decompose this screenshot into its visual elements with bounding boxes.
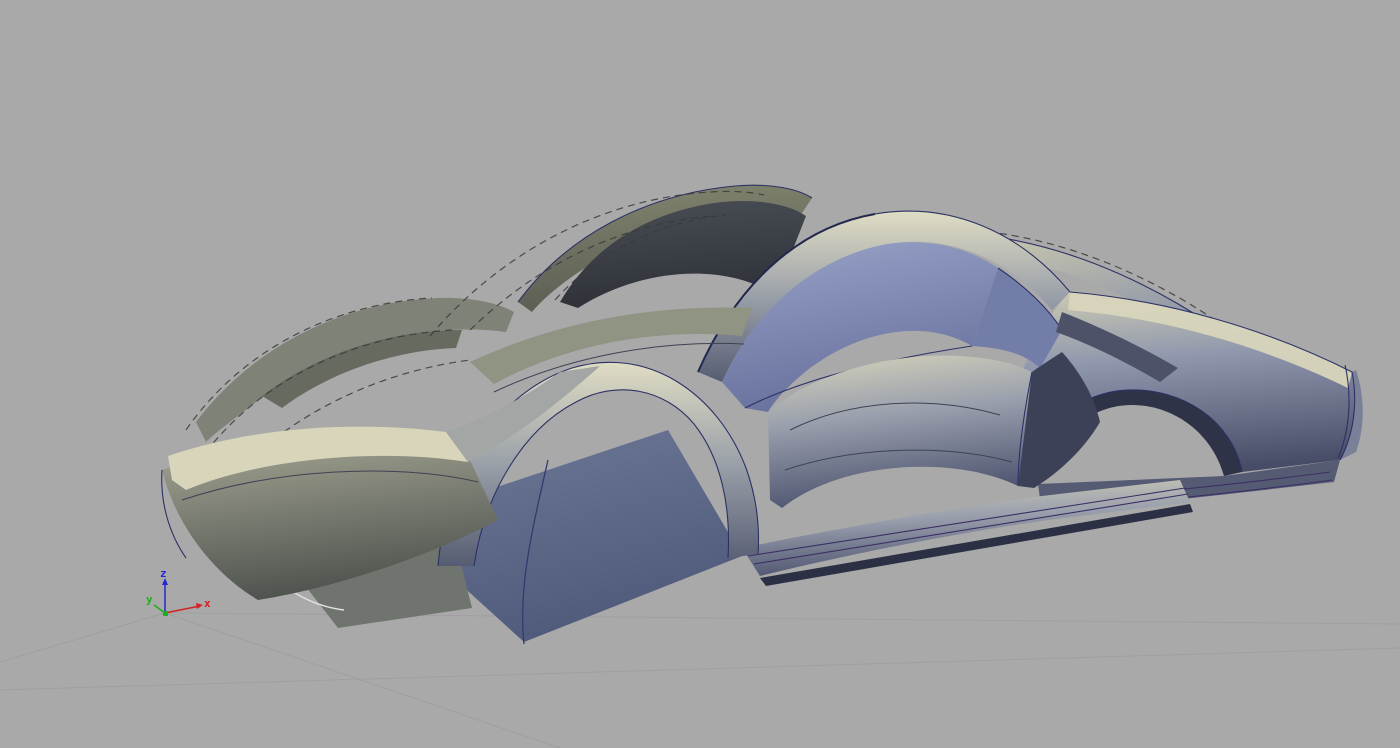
y-axis-label: y xyxy=(146,593,153,606)
x-axis-label: x xyxy=(204,597,211,610)
viewport-canvas[interactable]: z y x xyxy=(0,0,1400,748)
origin-point xyxy=(163,611,168,616)
cad-viewport[interactable]: z y x xyxy=(0,0,1400,748)
z-axis-label: z xyxy=(160,567,167,580)
